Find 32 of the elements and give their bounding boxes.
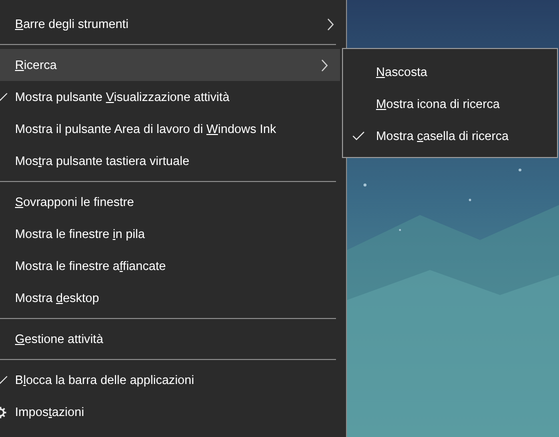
menu-item[interactable]: Mostra le finestre affiancate: [0, 250, 346, 282]
menu-item-label: Mostra pulsante Visualizzazione attività: [15, 88, 230, 106]
menu-item[interactable]: Nascosta: [343, 56, 557, 88]
menu-item-label: Mostra pulsante tastiera virtuale: [15, 152, 190, 170]
menu-item-label: Impostazioni: [15, 404, 84, 421]
menu-item-label: Mostra le finestre affiancate: [15, 258, 166, 275]
menu-item[interactable]: Mostra le finestre in pila: [0, 218, 346, 250]
menu-item[interactable]: Mostra il pulsante Area di lavoro di Windows Ink: [0, 113, 346, 145]
menu-item-label: Blocca la barra delle applicazioni: [15, 372, 194, 389]
menu-item-label: Mostra desktop: [15, 290, 100, 307]
chevron-right-icon: [327, 18, 334, 30]
menu-item[interactable]: Impostazioni: [0, 396, 346, 428]
menu-item[interactable]: Mostra desktop: [0, 282, 346, 314]
menu-item-label: Ricerca: [15, 56, 57, 74]
menu-item[interactable]: Sovrapponi le finestre: [0, 186, 346, 218]
menu-item[interactable]: Mostra icona di ricerca: [343, 88, 557, 120]
menu-item[interactable]: Mostra casella di ricerca: [343, 120, 557, 152]
menu-item-label: Nascosta: [376, 64, 428, 81]
menu-item[interactable]: Gestione attività: [0, 323, 346, 355]
menu-item-label: Mostra casella di ricerca: [376, 128, 509, 145]
menu-item-label: Gestione attività: [15, 330, 104, 348]
menu-item[interactable]: Mostra pulsante tastiera virtuale: [0, 145, 346, 177]
menu-item-label: Sovrapponi le finestre: [15, 194, 134, 211]
menu-item-label: Mostra le finestre in pila: [15, 226, 145, 243]
menu-item[interactable]: Ricerca: [0, 49, 340, 81]
menu-item-label: Mostra il pulsante Area di lavoro di Windows Ink: [15, 120, 276, 138]
menu-item[interactable]: Mostra pulsante Visualizzazione attività: [0, 81, 346, 113]
menu-item[interactable]: Barre degli strumenti: [0, 8, 346, 40]
chevron-right-icon: [321, 58, 328, 72]
menu-item[interactable]: Blocca la barra delle applicazioni: [0, 364, 346, 396]
menu-item-label: Mostra icona di ricerca: [376, 96, 500, 113]
menu-item-label: Barre degli strumenti: [15, 16, 128, 33]
